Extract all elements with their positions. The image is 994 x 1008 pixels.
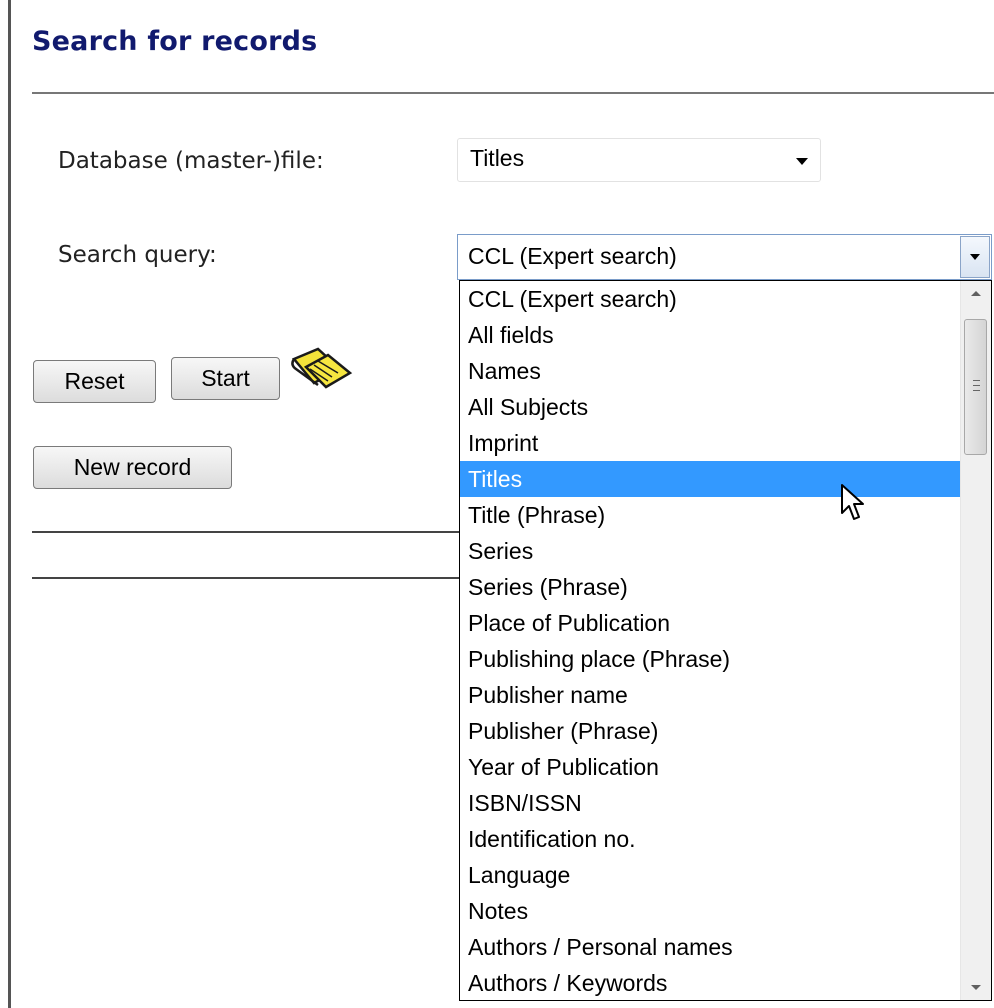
dropdown-option[interactable]: Publisher (Phrase) <box>460 713 962 749</box>
database-select-value: Titles <box>470 145 525 171</box>
dropdown-option[interactable]: Title (Phrase) <box>460 497 962 533</box>
scrollbar-thumb[interactable] <box>964 319 987 455</box>
section-divider <box>32 577 464 579</box>
database-select[interactable]: Titles <box>457 138 821 182</box>
dropdown-options: CCL (Expert search) All fields Names All Su… <box>460 281 962 1000</box>
section-divider <box>32 531 464 533</box>
dropdown-option[interactable]: Authors / Keywords <box>460 965 962 1000</box>
dropdown-option[interactable]: Place of Publication <box>460 605 962 641</box>
scroll-up-arrow-icon[interactable] <box>971 291 981 296</box>
reset-button[interactable]: Reset <box>33 360 156 403</box>
grip-icon <box>973 380 980 391</box>
dropdown-option[interactable]: CCL (Expert search) <box>460 281 962 317</box>
dropdown-option[interactable]: Year of Publication <box>460 749 962 785</box>
search-query-select-value: CCL (Expert search) <box>468 243 677 269</box>
title-divider <box>32 92 994 94</box>
dropdown-scrollbar[interactable] <box>960 281 991 1000</box>
dropdown-option[interactable]: All Subjects <box>460 389 962 425</box>
dropdown-option[interactable]: Publisher name <box>460 677 962 713</box>
dropdown-toggle-button[interactable] <box>960 236 990 278</box>
dropdown-option[interactable]: Series (Phrase) <box>460 569 962 605</box>
dropdown-option[interactable]: Notes <box>460 893 962 929</box>
mouse-pointer-icon <box>841 484 864 520</box>
search-query-dropdown-list[interactable]: CCL (Expert search) All fields Names All Su… <box>459 280 992 1001</box>
new-record-button[interactable]: New record <box>33 446 232 489</box>
dropdown-option[interactable]: Imprint <box>460 425 962 461</box>
dropdown-option[interactable]: Publishing place (Phrase) <box>460 641 962 677</box>
dropdown-option[interactable]: Titles <box>460 461 962 497</box>
dropdown-option[interactable]: Names <box>460 353 962 389</box>
dropdown-option[interactable]: ISBN/ISSN <box>460 785 962 821</box>
page-title: Search for records <box>32 26 318 57</box>
start-button[interactable]: Start <box>171 357 280 400</box>
dropdown-option[interactable]: Identification no. <box>460 821 962 857</box>
open-book-icon[interactable] <box>288 347 360 389</box>
scroll-down-arrow-icon[interactable] <box>971 985 981 990</box>
chevron-down-icon <box>970 254 980 260</box>
chevron-down-icon <box>796 158 808 165</box>
search-query-select[interactable]: CCL (Expert search) <box>457 234 992 280</box>
dropdown-option[interactable]: Authors / Personal names <box>460 929 962 965</box>
dropdown-option[interactable]: All fields <box>460 317 962 353</box>
dropdown-option[interactable]: Series <box>460 533 962 569</box>
database-label: Database (master-)file: <box>58 148 324 174</box>
search-query-label: Search query: <box>58 242 217 268</box>
page-left-border <box>8 0 11 1008</box>
dropdown-option[interactable]: Language <box>460 857 962 893</box>
